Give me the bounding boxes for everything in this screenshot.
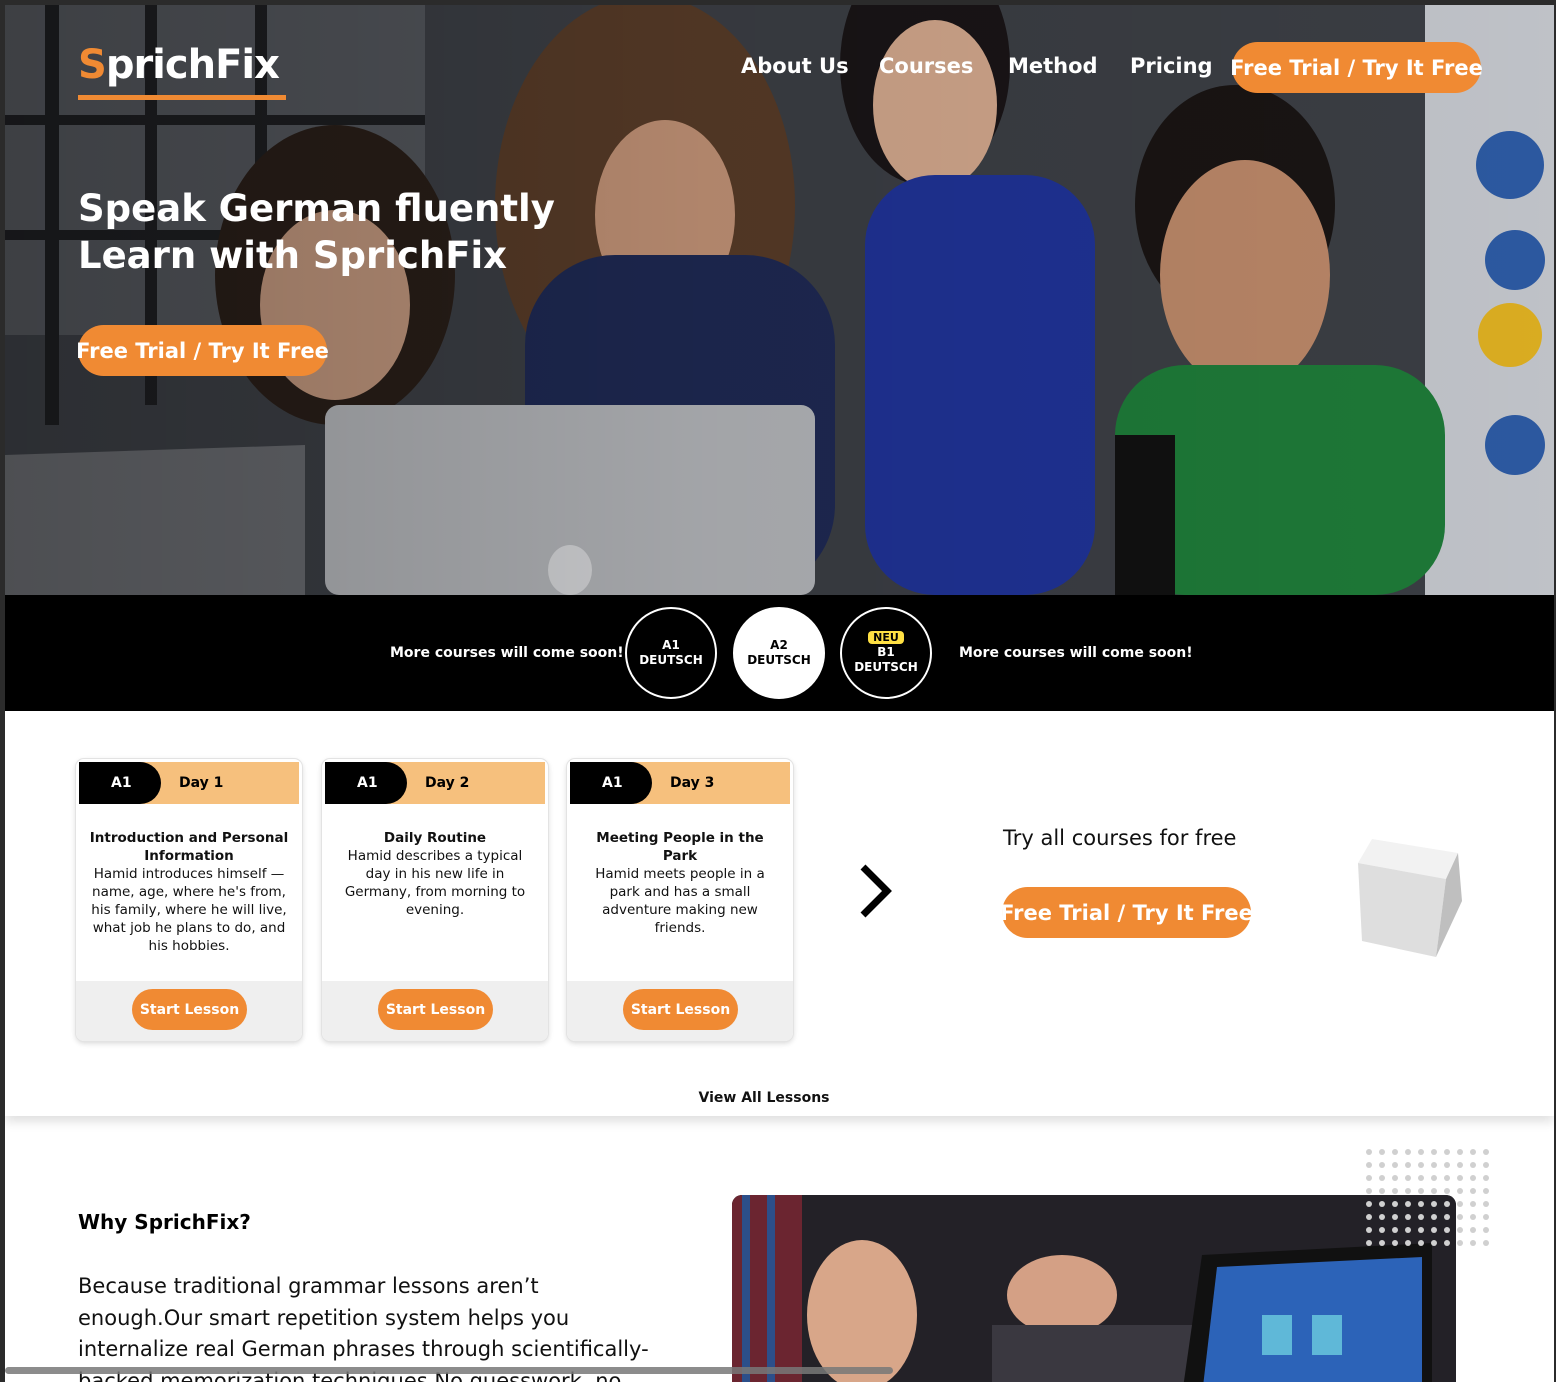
lesson-card-footer: Start Lesson bbox=[76, 981, 302, 1041]
why-sprichfix-text: Because traditional grammar lessons aren… bbox=[78, 1274, 649, 1382]
nav-free-trial-button[interactable]: Free Trial / Try It Free bbox=[1230, 42, 1483, 93]
lesson-day-label: Day 3 bbox=[670, 775, 715, 791]
hero-title-line1: Speak German fluently bbox=[78, 187, 555, 230]
lesson-card-footer: Start Lesson bbox=[567, 981, 793, 1041]
why-sprichfix-title: Why SprichFix? bbox=[78, 1210, 251, 1234]
lessons-section: A1 Day 1 Introduction and Personal Infor… bbox=[5, 711, 1554, 1116]
dot-grid-decoration bbox=[1366, 1149, 1489, 1246]
lesson-day-label: Day 1 bbox=[179, 775, 224, 791]
more-courses-right: More courses will come soon! bbox=[959, 645, 1193, 661]
lesson-card-header: A1 Day 1 bbox=[79, 762, 299, 804]
lesson-level-tag: A1 bbox=[79, 762, 161, 804]
lesson-card-header: A1 Day 2 bbox=[325, 762, 545, 804]
why-photo bbox=[732, 1195, 1456, 1382]
why-photo-image bbox=[732, 1195, 1456, 1382]
lesson-card-footer: Start Lesson bbox=[322, 981, 548, 1041]
chevron-right-icon[interactable] bbox=[855, 861, 895, 921]
lesson-day-label: Day 2 bbox=[425, 775, 470, 791]
lesson-level-tag: A1 bbox=[570, 762, 652, 804]
try-all-courses-title: Try all courses for free bbox=[1003, 826, 1237, 850]
course-levels-bar: More courses will come soon! A1 DEUTSCH … bbox=[5, 595, 1554, 711]
lesson-card-day-2: A1 Day 2 Daily Routine Hamid describes a… bbox=[322, 759, 548, 1041]
start-lesson-button[interactable]: Start Lesson bbox=[132, 989, 247, 1030]
horizontal-scrollbar[interactable] bbox=[5, 1367, 893, 1374]
level-b1-button[interactable]: NEU B1 DEUTSCH bbox=[840, 607, 932, 699]
hero-title: Speak German fluently Learn with SprichF… bbox=[78, 185, 555, 279]
nav-pricing[interactable]: Pricing bbox=[1130, 54, 1213, 78]
nav-courses[interactable]: Courses bbox=[879, 54, 973, 78]
hero-free-trial-button[interactable]: Free Trial / Try It Free bbox=[76, 325, 329, 376]
lesson-card-body: Meeting People in the Park Hamid meets p… bbox=[579, 829, 781, 937]
level-b1-code: B1 bbox=[877, 645, 895, 659]
level-a2-label: DEUTSCH bbox=[747, 653, 811, 667]
lesson-card-header: A1 Day 3 bbox=[570, 762, 790, 804]
new-badge: NEU bbox=[868, 631, 904, 644]
browser-viewport: SprichFix About Us Courses Method Pricin… bbox=[5, 5, 1554, 1382]
view-all-lessons-link[interactable]: View All Lessons bbox=[5, 1090, 1523, 1106]
nav-about-us[interactable]: About Us bbox=[741, 54, 849, 78]
hero-title-line2: Learn with SprichFix bbox=[78, 234, 508, 277]
lesson-card-day-3: A1 Day 3 Meeting People in the Park Hami… bbox=[567, 759, 793, 1041]
lesson-description: Hamid introduces himself — name, age, wh… bbox=[91, 866, 287, 954]
hero-section: SprichFix About Us Courses Method Pricin… bbox=[5, 5, 1554, 595]
cube-icon bbox=[1358, 839, 1462, 957]
level-a1-code: A1 bbox=[662, 638, 680, 652]
level-a2-button[interactable]: A2 DEUTSCH bbox=[733, 607, 825, 699]
more-courses-left: More courses will come soon! bbox=[390, 645, 624, 661]
logo-underline bbox=[78, 95, 286, 100]
start-lesson-button[interactable]: Start Lesson bbox=[378, 989, 493, 1030]
lesson-level-tag: A1 bbox=[325, 762, 407, 804]
try-free-trial-button[interactable]: Free Trial / Try It Free bbox=[1000, 887, 1253, 938]
lesson-card-day-1: A1 Day 1 Introduction and Personal Infor… bbox=[76, 759, 302, 1041]
lesson-card-body: Introduction and Personal Information Ha… bbox=[88, 829, 290, 955]
lesson-title: Daily Routine bbox=[383, 830, 487, 846]
level-a1-label: DEUTSCH bbox=[639, 653, 703, 667]
lesson-title: Introduction and Personal Information bbox=[89, 830, 289, 864]
lesson-description: Hamid meets people in a park and has a s… bbox=[595, 866, 765, 936]
level-a1-button[interactable]: A1 DEUTSCH bbox=[625, 607, 717, 699]
lesson-description: Hamid describes a typical day in his new… bbox=[344, 848, 526, 918]
level-a2-code: A2 bbox=[770, 638, 788, 652]
main-nav: About Us Courses Method Pricing Free Tri… bbox=[5, 42, 1554, 94]
start-lesson-button[interactable]: Start Lesson bbox=[623, 989, 738, 1030]
lesson-title: Meeting People in the Park bbox=[596, 830, 764, 864]
level-b1-label: DEUTSCH bbox=[854, 660, 918, 674]
nav-method[interactable]: Method bbox=[1008, 54, 1098, 78]
lesson-card-body: Daily Routine Hamid describes a typical … bbox=[334, 829, 536, 919]
